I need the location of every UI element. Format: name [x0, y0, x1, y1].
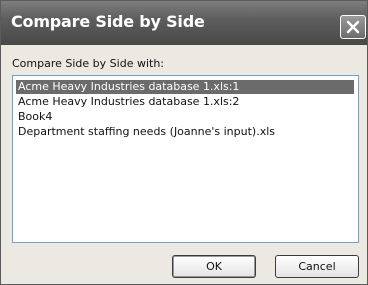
ok-button[interactable]: OK	[172, 255, 256, 278]
close-icon	[346, 20, 360, 34]
dialog-title: Compare Side by Side	[11, 12, 205, 31]
workbook-list-item[interactable]: Acme Heavy Industries database 1.xls:2	[16, 95, 241, 109]
workbook-list-item[interactable]: Department staffing needs (Joanne's inpu…	[16, 125, 277, 139]
workbook-list-item[interactable]: Book4	[16, 110, 54, 124]
compare-side-by-side-dialog: Compare Side by Side Compare Side by Sid…	[0, 0, 368, 285]
workbook-list-item[interactable]: Acme Heavy Industries database 1.xls:1	[16, 80, 354, 94]
workbook-listbox[interactable]: Acme Heavy Industries database 1.xls:1 A…	[12, 75, 359, 243]
compare-with-label: Compare Side by Side with:	[12, 57, 164, 70]
title-bar[interactable]: Compare Side by Side	[1, 1, 367, 45]
close-button[interactable]	[340, 15, 366, 39]
cancel-button[interactable]: Cancel	[275, 255, 359, 278]
